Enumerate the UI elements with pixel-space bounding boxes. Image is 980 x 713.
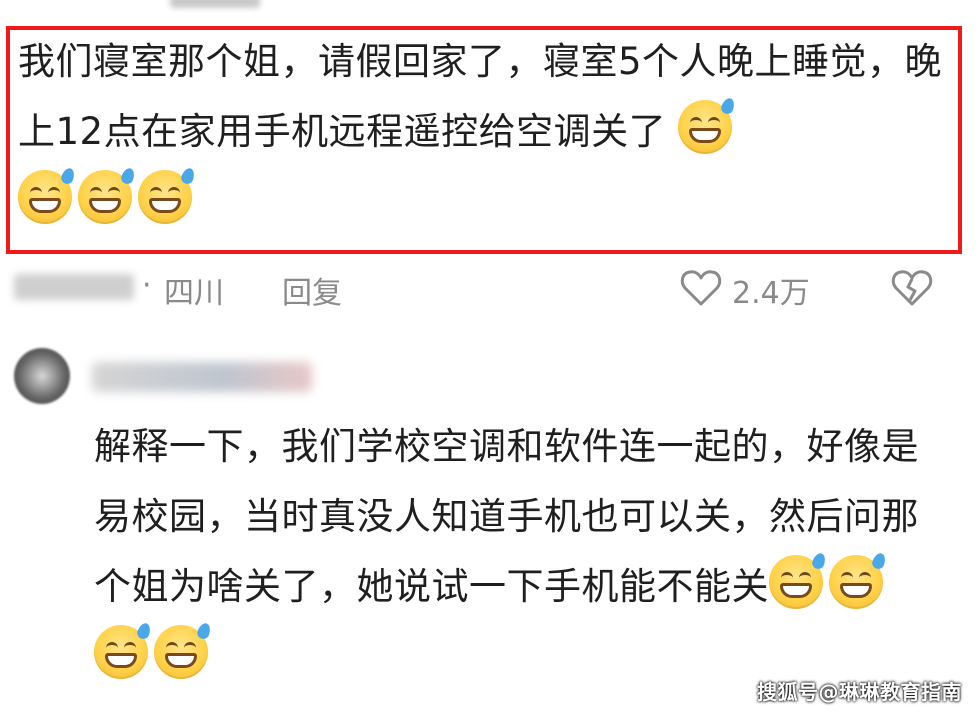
blurred-username — [92, 362, 312, 392]
grinning-sweat-emoji-icon — [829, 551, 888, 609]
broken-heart-icon[interactable] — [890, 268, 934, 308]
watermark: 搜狐号@琳琳教育指南 — [757, 680, 962, 704]
comment-1-meta-row: · 四川 回复 2.4万 — [14, 262, 964, 312]
grinning-sweat-emoji-icon — [94, 621, 153, 679]
grinning-sweat-emoji-icon — [154, 621, 213, 679]
blurred-username — [14, 274, 134, 300]
comment-2-text: 解释一下，我们学校空调和软件连一起的，好像是易校园，当时真没人知道手机也可以关，… — [94, 412, 924, 692]
reply-button[interactable]: 回复 — [282, 268, 342, 312]
heart-outline-icon[interactable] — [679, 268, 723, 308]
meta-separator: · — [142, 268, 152, 303]
grinning-sweat-emoji-icon — [678, 96, 737, 154]
grinning-sweat-emoji-icon — [769, 551, 828, 609]
grinning-sweat-emoji-icon — [78, 166, 137, 224]
grinning-sweat-emoji-icon — [138, 166, 197, 224]
like-count: 2.4万 — [732, 276, 810, 311]
blurred-top-remnant — [170, 0, 260, 8]
location-label: 四川 — [164, 276, 224, 311]
avatar[interactable] — [14, 348, 70, 404]
grinning-sweat-emoji-icon — [18, 166, 77, 224]
comment-1-body: 我们寝室那个姐，请假回家了，寝室5个人晚上睡觉，晚上12点在家用手机远程遥控给空… — [18, 40, 943, 153]
comment-1-text: 我们寝室那个姐，请假回家了，寝室5个人晚上睡觉，晚上12点在家用手机远程遥控给空… — [18, 27, 958, 237]
